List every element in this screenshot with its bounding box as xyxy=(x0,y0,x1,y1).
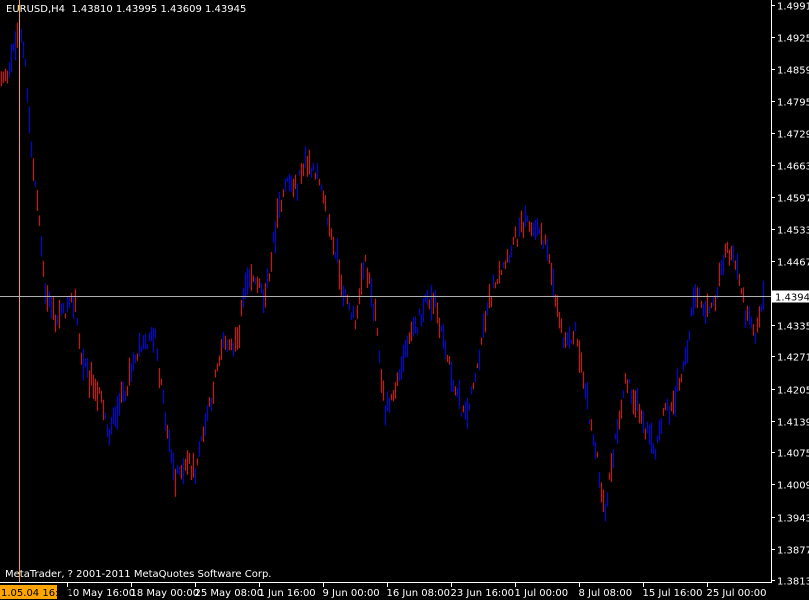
symbol-label: EURUSD,H4 xyxy=(6,4,66,15)
current-price-text: 1.43945 xyxy=(775,293,809,304)
price-tick-label: 1.49250 xyxy=(777,34,809,45)
price-tick-label: 1.40090 xyxy=(777,481,809,492)
price-tick-label: 1.43350 xyxy=(777,322,809,333)
current-price-label: 1.43945 xyxy=(772,290,809,304)
time-tick-label: 23 Jun 16:00 xyxy=(451,588,515,599)
time-tick-label: 1 Jul 00:00 xyxy=(515,588,569,599)
time-tick-label: 15 Jul 16:00 xyxy=(643,588,703,599)
price-tick-label: 1.38130 xyxy=(777,577,809,588)
price-tick-label: 1.42710 xyxy=(777,353,809,364)
close-value: 1.43945 xyxy=(205,4,247,15)
price-tick-label: 1.45330 xyxy=(777,226,809,237)
low-value: 1.43609 xyxy=(160,4,202,15)
time-axis: 10 May 16:0018 May 00:0025 May 08:001 Ju… xyxy=(67,582,767,599)
time-tick-label: 9 Jun 00:00 xyxy=(323,588,380,599)
price-tick-label: 1.47290 xyxy=(777,130,809,141)
price-tick-label: 1.38770 xyxy=(777,546,809,557)
copyright-text: MetaTrader, ? 2001-2011 MetaQuotes Softw… xyxy=(5,569,272,580)
price-tick-label: 1.45970 xyxy=(777,194,809,205)
high-value: 1.43995 xyxy=(115,4,158,15)
price-tick-label: 1.46630 xyxy=(777,162,809,173)
time-tick-label: 25 Jul 00:00 xyxy=(707,588,767,599)
price-tick-label: 1.41390 xyxy=(777,418,809,429)
price-tick-label: 1.48590 xyxy=(777,66,809,77)
price-tick-label: 1.39430 xyxy=(777,514,809,525)
time-highlight-label: 1.05.04 16:00 xyxy=(0,585,71,599)
time-tick-label: 10 May 16:00 xyxy=(67,588,136,599)
price-tick-label: 1.40750 xyxy=(777,449,809,460)
time-tick-label: 16 Jun 08:00 xyxy=(387,588,451,599)
time-tick-label: 8 Jul 08:00 xyxy=(579,588,633,599)
time-tick-label: 25 May 08:00 xyxy=(195,588,264,599)
price-tick-label: 1.47950 xyxy=(777,98,809,109)
time-highlight-text: 1.05.04 16:00 xyxy=(1,588,71,599)
time-tick-label: 18 May 00:00 xyxy=(131,588,200,599)
bars-layer xyxy=(1,18,764,522)
time-tick-label: 1 Jun 16:00 xyxy=(259,588,316,599)
price-tick-label: 1.42050 xyxy=(777,386,809,397)
price-tick-label: 1.44670 xyxy=(777,258,809,269)
price-tick-label: 1.49910 xyxy=(777,2,809,13)
chart-header: EURUSD,H4 1.43810 1.43995 1.43609 1.4394… xyxy=(6,4,246,15)
price-chart[interactable]: 1.49910 1.49250 1.48590 1.47950 1.47290 1.466… xyxy=(0,0,809,600)
open-value: 1.43810 xyxy=(71,4,113,15)
